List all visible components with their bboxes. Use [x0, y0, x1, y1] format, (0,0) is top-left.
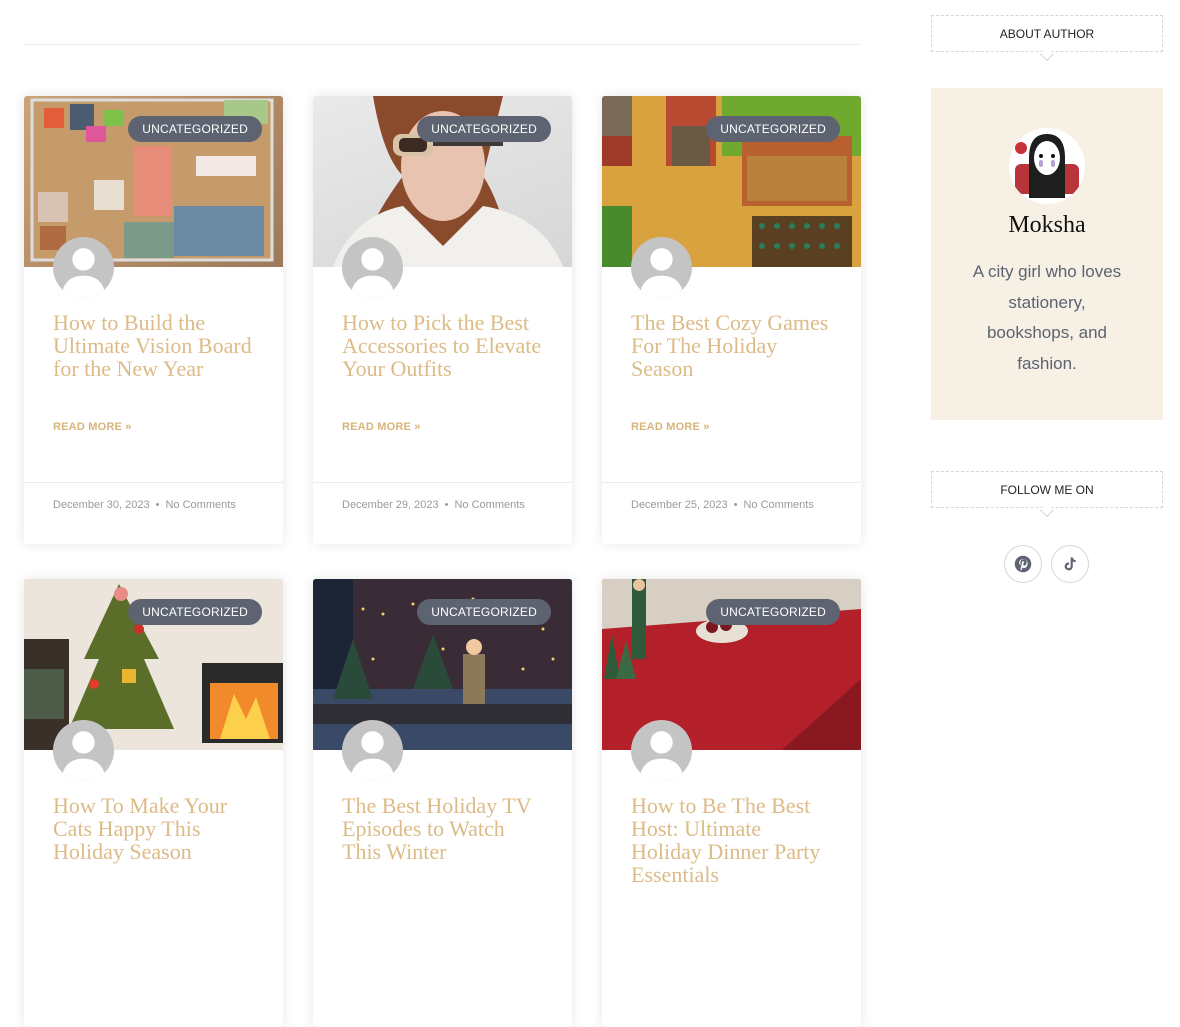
post-card: UNCATEGORIZED How to Be The Best Host: U… [602, 579, 861, 1027]
post-date: December 29, 2023 [342, 499, 439, 511]
read-more-link[interactable]: READ MORE » [631, 421, 710, 433]
author-avatar[interactable] [342, 237, 403, 298]
tiktok-icon [1064, 557, 1076, 571]
author-avatar[interactable] [631, 237, 692, 298]
read-more-link[interactable]: READ MORE » [342, 421, 421, 433]
post-date: December 25, 2023 [631, 499, 728, 511]
comments-link[interactable]: No Comments [165, 499, 235, 511]
follow-me-heading: FOLLOW ME ON [931, 471, 1163, 518]
pinterest-button[interactable] [1004, 545, 1042, 583]
pinterest-icon [1014, 555, 1032, 573]
post-title[interactable]: How to Be The Best Host: Ultimate Holida… [631, 794, 832, 886]
social-links [1004, 545, 1089, 583]
post-title[interactable]: The Best Holiday TV Episodes to Watch Th… [342, 794, 543, 863]
post-thumbnail[interactable]: UNCATEGORIZED [602, 579, 861, 750]
separator: • [733, 499, 738, 511]
about-author-heading-box: ABOUT AUTHOR [931, 15, 1163, 62]
post-thumbnail[interactable]: UNCATEGORIZED [24, 96, 283, 267]
category-badge[interactable]: UNCATEGORIZED [128, 116, 262, 142]
comments-link[interactable]: No Comments [454, 499, 524, 511]
tiktok-button[interactable] [1051, 545, 1089, 583]
comments-link[interactable]: No Comments [743, 499, 813, 511]
caret-down-icon [1039, 502, 1055, 518]
author-photo [1009, 128, 1085, 204]
author-avatar[interactable] [53, 720, 114, 781]
category-badge[interactable]: UNCATEGORIZED [417, 599, 551, 625]
post-card: UNCATEGORIZED How to Pick the Best Acces… [313, 96, 572, 544]
category-badge[interactable]: UNCATEGORIZED [128, 599, 262, 625]
post-card: UNCATEGORIZED The Best Holiday TV Episod… [313, 579, 572, 1027]
separator: • [155, 499, 160, 511]
post-card: UNCATEGORIZED The Best Cozy Games For Th… [602, 96, 861, 544]
author-avatar[interactable] [53, 237, 114, 298]
post-thumbnail[interactable]: UNCATEGORIZED [313, 579, 572, 750]
post-card: UNCATEGORIZED How to Build the Ultimate … [24, 96, 283, 544]
about-author-heading: ABOUT AUTHOR [931, 15, 1163, 62]
caret-down-icon [1039, 46, 1055, 62]
category-badge[interactable]: UNCATEGORIZED [417, 116, 551, 142]
about-author-heading-text: ABOUT AUTHOR [999, 27, 1095, 41]
post-thumbnail[interactable]: UNCATEGORIZED [24, 579, 283, 750]
author-card: Moksha A city girl who loves stationery,… [931, 88, 1163, 420]
post-date: December 30, 2023 [53, 499, 150, 511]
post-meta: December 25, 2023 • No Comments [602, 482, 861, 544]
author-bio: A city girl who loves stationery, booksh… [972, 262, 1122, 373]
separator: • [444, 499, 449, 511]
follow-heading-box: FOLLOW ME ON [931, 471, 1163, 518]
category-badge[interactable]: UNCATEGORIZED [706, 599, 840, 625]
post-title[interactable]: How to Pick the Best Accessories to Elev… [342, 311, 543, 380]
follow-me-heading-text: FOLLOW ME ON [1000, 483, 1094, 497]
post-meta: December 30, 2023 • No Comments [24, 482, 283, 544]
author-avatar[interactable] [342, 720, 403, 781]
read-more-link[interactable]: READ MORE » [53, 421, 132, 433]
post-card: UNCATEGORIZED How To Make Your Cats Happ… [24, 579, 283, 1027]
post-title[interactable]: The Best Cozy Games For The Holiday Seas… [631, 311, 832, 380]
post-thumbnail[interactable]: UNCATEGORIZED [602, 96, 861, 267]
category-badge[interactable]: UNCATEGORIZED [706, 116, 840, 142]
post-title[interactable]: How To Make Your Cats Happy This Holiday… [53, 794, 254, 863]
post-title[interactable]: How to Build the Ultimate Vision Board f… [53, 311, 254, 380]
post-grid: UNCATEGORIZED How to Build the Ultimate … [24, 96, 861, 1027]
divider [24, 44, 860, 45]
post-thumbnail[interactable]: UNCATEGORIZED [313, 96, 572, 267]
author-avatar[interactable] [631, 720, 692, 781]
post-meta: December 29, 2023 • No Comments [313, 482, 572, 544]
author-name: Moksha [1008, 212, 1086, 238]
